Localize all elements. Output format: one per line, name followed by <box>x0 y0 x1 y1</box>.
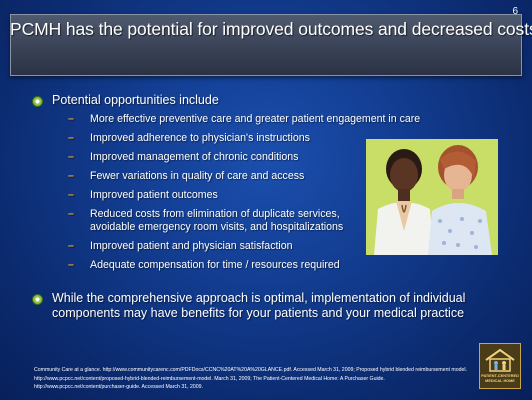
bullet-icon <box>32 294 43 305</box>
list-item-text: Adequate compensation for time / resourc… <box>90 259 340 271</box>
list-item: – Reduced costs from elimination of dupl… <box>68 208 358 240</box>
list-item-text: Improved patient outcomes <box>90 189 218 201</box>
list-item-text: Improved patient and physician satisfact… <box>90 240 293 252</box>
dash-icon: – <box>68 132 74 144</box>
list-item-text: Improved management of chronic condition… <box>90 151 299 163</box>
list-item-text: More effective preventive care and great… <box>90 113 421 125</box>
dash-icon: – <box>68 170 74 182</box>
doctor-patient-photo <box>366 139 498 255</box>
dash-icon: – <box>68 189 74 201</box>
dash-icon: – <box>68 259 74 271</box>
photo-illustration <box>366 139 498 255</box>
pcmh-logo: PATIENT-CENTERED MEDICAL HOME <box>479 343 521 389</box>
list-item: – Improved patient outcomes <box>68 189 368 208</box>
list-item: – Improved adherence to physician's inst… <box>68 132 368 151</box>
dash-icon: – <box>68 113 74 125</box>
list-item-text: Reduced costs from elimination of duplic… <box>90 208 344 233</box>
list-item: – Fewer variations in quality of care an… <box>68 170 368 189</box>
opportunities-list: – More effective preventive care and gre… <box>68 113 420 278</box>
bullet-2-text: While the comprehensive approach is opti… <box>52 291 466 320</box>
dash-icon: – <box>68 240 74 252</box>
slide-background: 6 PCMH has the potential for improved ou… <box>0 0 532 400</box>
logo-text: PATIENT-CENTERED MEDICAL HOME <box>481 374 519 383</box>
dash-icon: – <box>68 151 74 163</box>
list-item-text: Improved adherence to physician's instru… <box>90 132 310 144</box>
bullet-1-text: Potential opportunities include <box>52 93 219 107</box>
slide-title: PCMH has the potential for improved outc… <box>10 19 532 39</box>
list-item: – Improved patient and physician satisfa… <box>68 240 368 259</box>
list-item-text: Fewer variations in quality of care and … <box>90 170 305 182</box>
list-item: – Adequate compensation for time / resou… <box>68 259 368 278</box>
house-icon <box>485 348 515 372</box>
footnote-references: Community Care at a glance. http://www.c… <box>34 367 467 390</box>
list-item: – Improved management of chronic conditi… <box>68 151 368 170</box>
list-item: – More effective preventive care and gre… <box>68 113 420 132</box>
dash-icon: – <box>68 208 74 220</box>
bullet-icon <box>32 96 43 107</box>
